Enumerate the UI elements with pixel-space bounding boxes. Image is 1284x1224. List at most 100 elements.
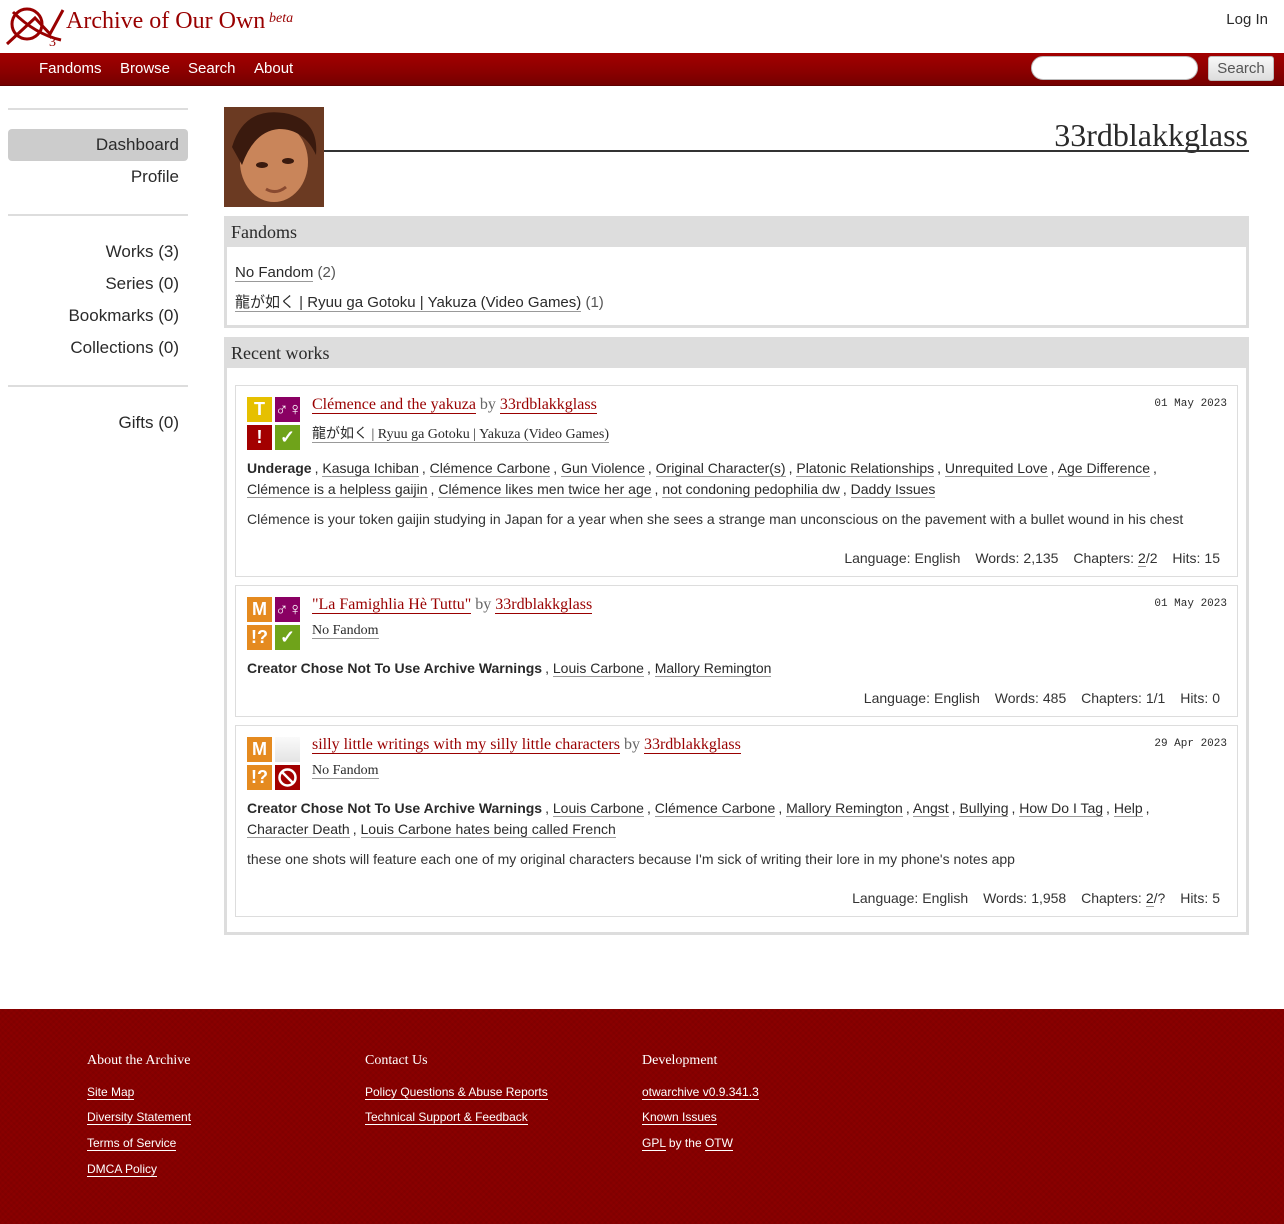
category-fm-icon[interactable]: ♂♀: [275, 597, 302, 622]
search-input[interactable]: [1031, 56, 1198, 80]
fandom-link[interactable]: No Fandom: [235, 264, 314, 282]
warning-tag[interactable]: Creator Chose Not To Use Archive Warning…: [247, 660, 542, 676]
tag-link[interactable]: Louis Carbone hates being called French: [360, 821, 616, 838]
recent-works-section: Recent works T ♂♀ ! ✓ Clémence and the y…: [224, 337, 1249, 935]
tag-link[interactable]: Clémence Carbone: [654, 800, 776, 817]
fandom-link[interactable]: No Fandom: [312, 763, 379, 779]
tag-link[interactable]: not condoning pedophilia dw: [662, 481, 840, 498]
login-link[interactable]: Log In: [1226, 11, 1268, 28]
stat-words: 1,958: [1031, 890, 1067, 906]
work-title-link[interactable]: silly little writings with my silly litt…: [312, 736, 620, 754]
chapters-link[interactable]: 2: [1138, 550, 1146, 567]
tag-link[interactable]: Louis Carbone: [552, 800, 644, 817]
author-link[interactable]: 33rdblakkglass: [643, 736, 741, 754]
nav-about[interactable]: About: [254, 60, 293, 77]
fandom-link[interactable]: No Fandom: [312, 623, 379, 639]
nav-browse[interactable]: Browse: [120, 60, 170, 77]
footer-dmca-link[interactable]: DMCA Policy: [87, 1162, 158, 1177]
rating-teen-icon[interactable]: T: [247, 397, 272, 422]
stat-language: English: [914, 550, 961, 566]
sidebar-item-collections[interactable]: Collections (0): [8, 332, 188, 364]
author-link[interactable]: 33rdblakkglass: [499, 396, 597, 414]
work-title-link[interactable]: "La Famighlia Hè Tuttu": [312, 596, 472, 614]
fandom-link[interactable]: 龍が如く | Ryuu ga Gotoku | Yakuza (Video Ga…: [235, 294, 582, 312]
tag-link[interactable]: Bullying: [959, 800, 1009, 817]
tag-link[interactable]: Kasuga Ichiban: [322, 460, 419, 477]
choose-not-warn-icon[interactable]: !?: [247, 625, 272, 650]
footer-gpl-link[interactable]: GPL: [642, 1136, 666, 1151]
footer-tos-link[interactable]: Terms of Service: [87, 1136, 177, 1151]
stat-chapters-total: /?: [1153, 890, 1166, 906]
tag-link[interactable]: Help: [1113, 800, 1143, 817]
tag-link[interactable]: Age Difference: [1057, 460, 1151, 477]
work-blurb: M ♂♀ !? ✓ "La Famighlia Hè Tuttu" by 33r…: [235, 585, 1238, 717]
rating-mature-icon[interactable]: M: [247, 597, 272, 622]
work-fandom: No Fandom: [312, 763, 379, 779]
tag-link[interactable]: Original Character(s): [655, 460, 786, 477]
tag-link[interactable]: Gun Violence: [561, 460, 645, 477]
footer-site-map-link[interactable]: Site Map: [87, 1085, 135, 1100]
rating-mature-icon[interactable]: M: [247, 737, 272, 762]
tag-link[interactable]: Mallory Remington: [786, 800, 903, 817]
tag-link[interactable]: How Do I Tag: [1019, 800, 1104, 817]
nav-fandoms[interactable]: Fandoms: [39, 60, 102, 77]
stat-chapters-total: /2: [1145, 550, 1158, 566]
warning-tag[interactable]: Creator Chose Not To Use Archive Warning…: [247, 800, 542, 816]
work-date: 29 Apr 2023: [1154, 738, 1227, 750]
tag-link[interactable]: Platonic Relationships: [796, 460, 935, 477]
category-fm-icon[interactable]: ♂♀: [275, 397, 302, 422]
footer-support-link[interactable]: Technical Support & Feedback: [365, 1110, 528, 1125]
ao3-logo-icon[interactable]: 3: [5, 4, 67, 48]
work-date: 01 May 2023: [1154, 398, 1227, 410]
sidebar-item-dashboard[interactable]: Dashboard: [8, 129, 188, 161]
footer-version-link[interactable]: otwarchive v0.9.341.3: [642, 1085, 759, 1100]
work-heading: silly little writings with my silly litt…: [312, 736, 741, 754]
tag-link[interactable]: Angst: [912, 800, 949, 817]
tag-link[interactable]: Louis Carbone: [552, 660, 644, 677]
footer-abuse-link[interactable]: Policy Questions & Abuse Reports: [365, 1085, 548, 1100]
footer-known-issues-link[interactable]: Known Issues: [642, 1110, 717, 1125]
sidebar-item-profile[interactable]: Profile: [8, 161, 188, 193]
category-none-icon[interactable]: [275, 737, 300, 762]
heading-underline: [324, 150, 1249, 152]
fandoms-heading: Fandoms: [227, 219, 1246, 247]
stat-language: English: [933, 690, 980, 706]
search-button[interactable]: Search: [1208, 56, 1274, 81]
footer-dev-heading: Development: [642, 1053, 718, 1068]
warning-icon[interactable]: !: [247, 425, 272, 450]
footer-license: GPL by the OTW: [642, 1136, 733, 1151]
stat-label: Words:: [983, 890, 1028, 906]
footer-otw-link[interactable]: OTW: [704, 1136, 733, 1151]
sidebar-item-bookmarks[interactable]: Bookmarks (0): [8, 300, 188, 332]
fandom-link[interactable]: 龍が如く | Ryuu ga Gotoku | Yakuza (Video Ga…: [312, 427, 610, 443]
author-link[interactable]: 33rdblakkglass: [495, 596, 593, 614]
fandom-list-item: 龍が如く | Ryuu ga Gotoku | Yakuza (Video Ga…: [235, 291, 604, 312]
by-label: by: [479, 396, 496, 413]
work-heading: "La Famighlia Hè Tuttu" by 33rdblakkglas…: [312, 596, 593, 614]
sidebar-item-series[interactable]: Series (0): [8, 268, 188, 300]
footer-diversity-link[interactable]: Diversity Statement: [87, 1110, 192, 1125]
complete-icon[interactable]: ✓: [275, 625, 300, 650]
tag-link[interactable]: Clémence Carbone: [429, 460, 551, 477]
chapters-link[interactable]: 2: [1145, 890, 1154, 907]
tag-link[interactable]: Character Death: [247, 821, 350, 838]
complete-icon[interactable]: ✓: [275, 425, 300, 450]
warning-tag[interactable]: Underage: [247, 460, 312, 476]
tag-link[interactable]: Clémence likes men twice her age: [438, 481, 652, 498]
tag-link[interactable]: Mallory Remington: [654, 660, 772, 677]
tag-link[interactable]: Daddy Issues: [850, 481, 936, 498]
site-title-link[interactable]: Archive of Our Own: [66, 8, 265, 35]
sidebar-item-gifts[interactable]: Gifts (0): [8, 407, 188, 439]
tag-link[interactable]: Unrequited Love: [944, 460, 1048, 477]
work-title-link[interactable]: Clémence and the yakuza: [312, 396, 476, 414]
required-tags: M ♂♀ !? ✓: [247, 597, 303, 653]
choose-not-warn-icon[interactable]: !?: [247, 765, 272, 790]
tag-link[interactable]: Clémence is a helpless gaijin: [247, 481, 428, 498]
stat-hits: 5: [1212, 890, 1220, 906]
footer-contact-heading: Contact Us: [365, 1053, 428, 1068]
work-heading: Clémence and the yakuza by 33rdblakkglas…: [312, 396, 597, 414]
stat-words: 485: [1042, 690, 1067, 706]
incomplete-icon[interactable]: [275, 765, 300, 790]
nav-search[interactable]: Search: [188, 60, 236, 77]
sidebar-item-works[interactable]: Works (3): [8, 236, 188, 268]
